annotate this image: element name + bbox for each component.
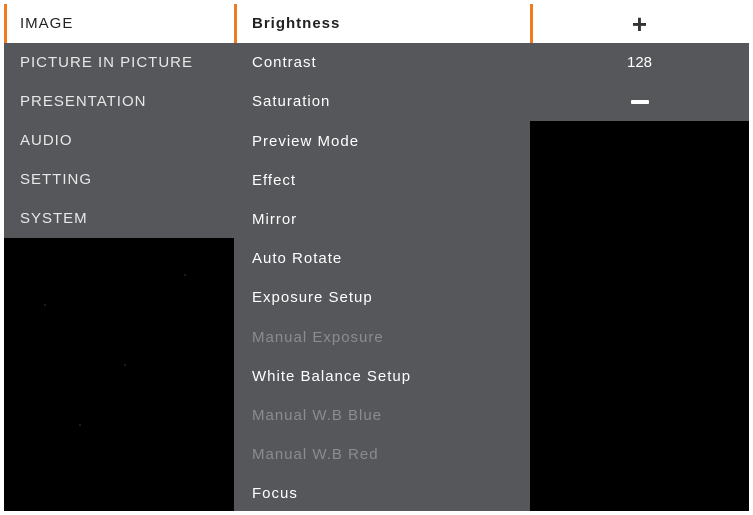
value-adjuster: + 128 — [530, 4, 749, 121]
increase-button[interactable]: + — [530, 4, 749, 43]
osd-screen: IMAGE PICTURE IN PICTURE PRESENTATION AU… — [4, 4, 749, 511]
item-auto-rotate[interactable]: Auto Rotate — [234, 239, 530, 279]
item-saturation[interactable]: Saturation — [234, 82, 530, 122]
item-label: Effect — [252, 171, 297, 189]
item-contrast[interactable]: Contrast — [234, 43, 530, 83]
item-label: Saturation — [252, 93, 331, 111]
brightness-value: 128 — [530, 43, 749, 82]
category-menu: IMAGE PICTURE IN PICTURE PRESENTATION AU… — [4, 4, 234, 238]
item-exposure-setup[interactable]: Exposure Setup — [234, 278, 530, 318]
category-label: IMAGE — [20, 15, 74, 32]
item-preview-mode[interactable]: Preview Mode — [234, 121, 530, 161]
item-label: Brightness — [252, 15, 341, 32]
category-label: AUDIO — [20, 132, 73, 149]
item-label: Exposure Setup — [252, 289, 373, 307]
category-setting[interactable]: SETTING — [4, 160, 234, 199]
item-label: White Balance Setup — [252, 367, 412, 385]
item-focus[interactable]: Focus — [234, 474, 530, 511]
category-system[interactable]: SYSTEM — [4, 199, 234, 238]
noise-speck — [124, 364, 126, 366]
category-label: SETTING — [20, 171, 93, 188]
item-white-balance-setup[interactable]: White Balance Setup — [234, 356, 530, 396]
category-image[interactable]: IMAGE — [4, 4, 234, 43]
item-manual-exposure: Manual Exposure — [234, 317, 530, 357]
category-audio[interactable]: AUDIO — [4, 121, 234, 160]
category-label: PRESENTATION — [20, 93, 147, 110]
item-effect[interactable]: Effect — [234, 160, 530, 200]
item-label: Contrast — [252, 54, 317, 72]
minus-icon — [630, 99, 649, 104]
item-manual-wb-red: Manual W.B Red — [234, 435, 530, 475]
item-brightness[interactable]: Brightness — [234, 4, 530, 44]
noise-speck — [79, 424, 81, 426]
item-label: Manual W.B Red — [252, 446, 379, 464]
decrease-button[interactable] — [530, 82, 749, 121]
item-mirror[interactable]: Mirror — [234, 199, 530, 240]
item-label: Auto Rotate — [252, 250, 343, 268]
category-label: PICTURE IN PICTURE — [20, 54, 194, 71]
noise-speck — [44, 304, 46, 306]
image-settings-menu: Brightness Contrast Saturation Preview M… — [234, 4, 530, 511]
item-manual-wb-blue: Manual W.B Blue — [234, 395, 530, 436]
category-label: SYSTEM — [20, 210, 88, 227]
noise-speck — [184, 274, 186, 276]
value-text: 128 — [626, 54, 653, 71]
category-picture-in-picture[interactable]: PICTURE IN PICTURE — [4, 43, 234, 82]
item-label: Preview Mode — [252, 132, 360, 150]
item-label: Mirror — [252, 210, 298, 228]
item-label: Manual Exposure — [252, 328, 384, 346]
plus-icon: + — [631, 8, 648, 39]
category-presentation[interactable]: PRESENTATION — [4, 82, 234, 121]
item-label: Manual W.B Blue — [252, 406, 383, 424]
item-label: Focus — [252, 485, 298, 503]
